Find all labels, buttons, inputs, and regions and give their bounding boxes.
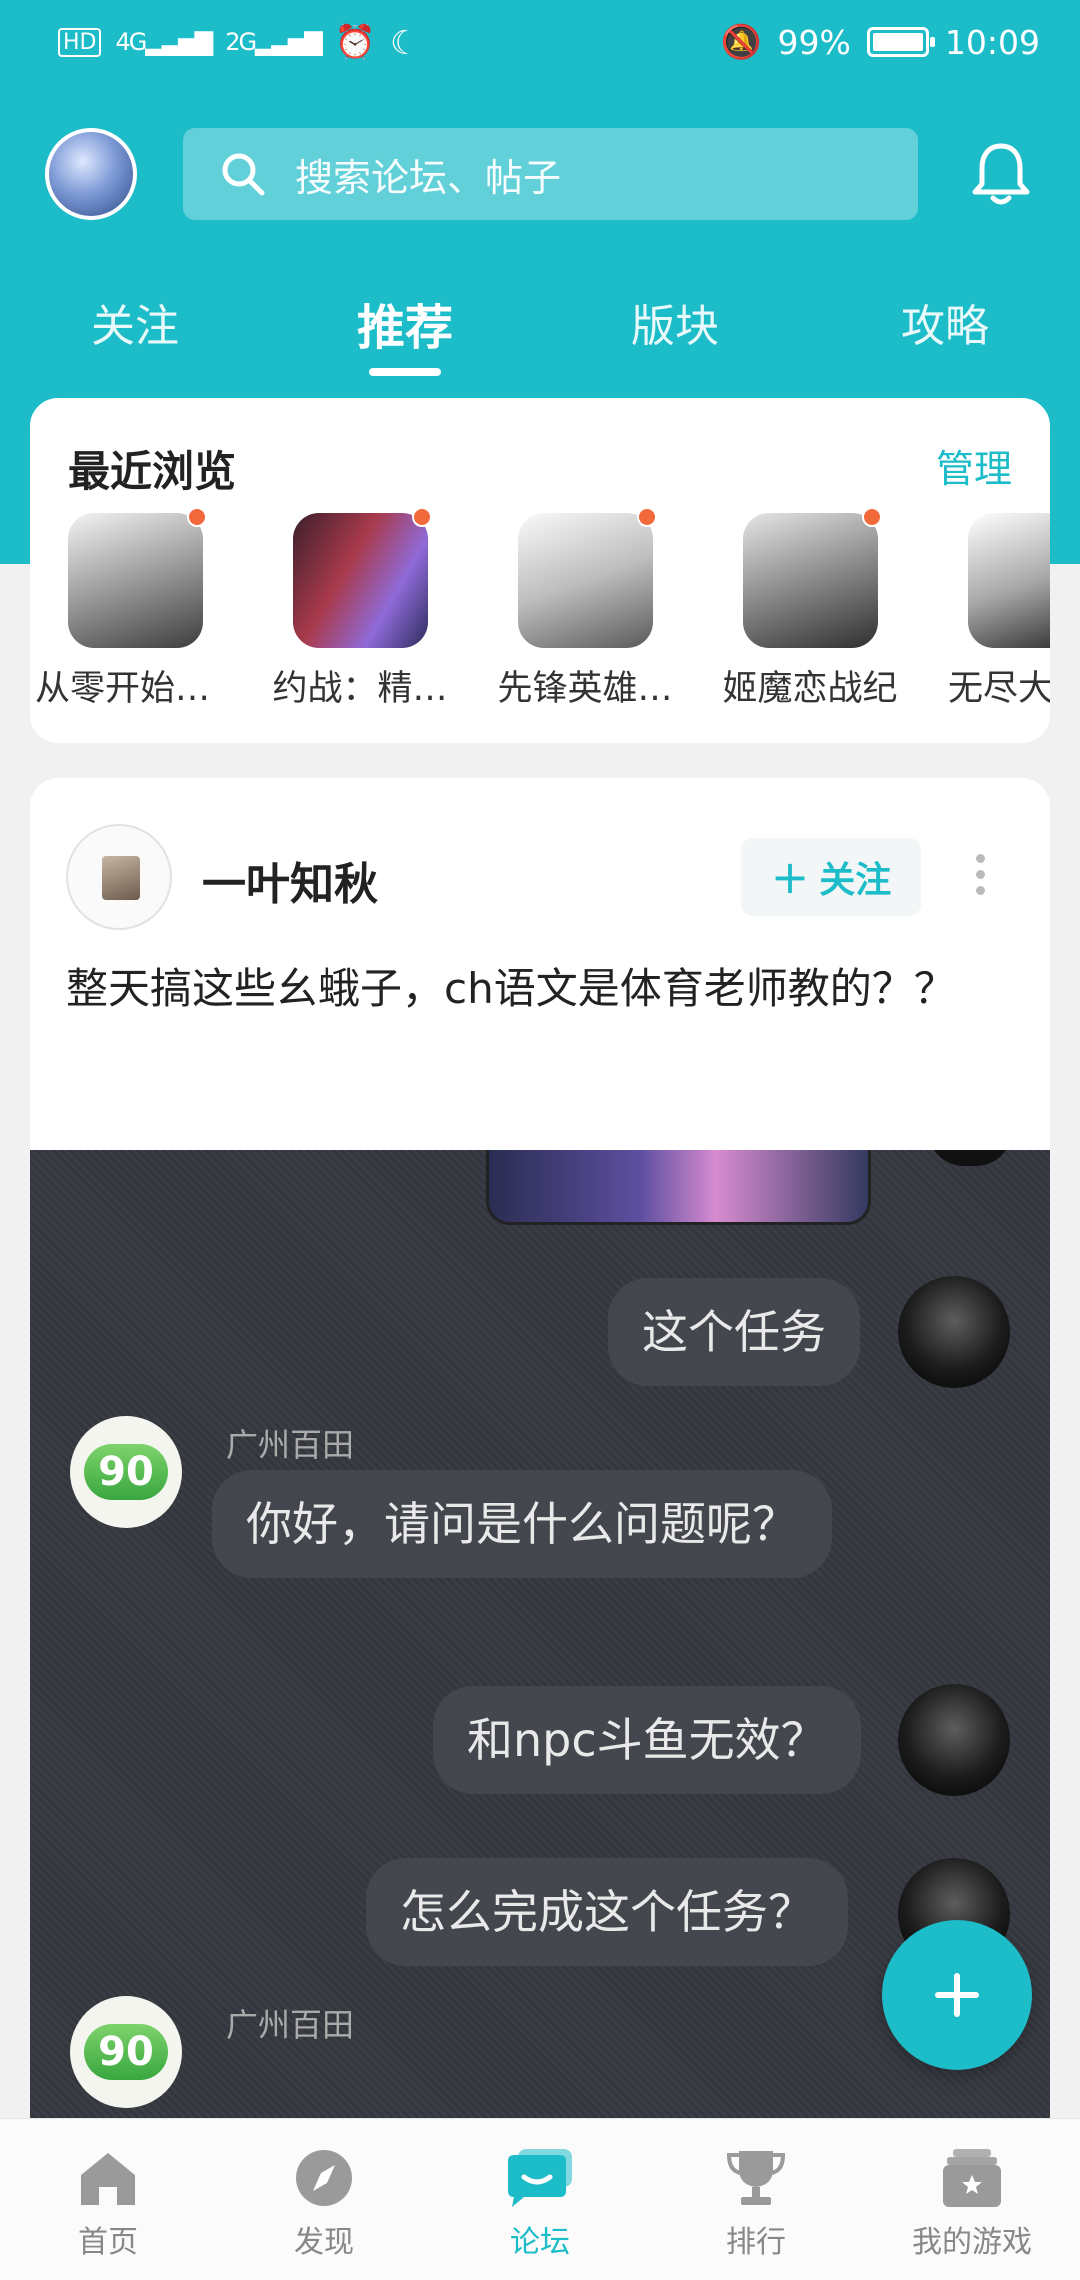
nav-forum[interactable]: 论坛 bbox=[450, 2147, 630, 2261]
nav-my-games[interactable]: 我的游戏 bbox=[882, 2147, 1062, 2261]
search-placeholder: 搜索论坛、帖子 bbox=[295, 155, 562, 200]
chat-bubble: 这个任务 bbox=[608, 1278, 860, 1386]
recent-title: 最近浏览 bbox=[68, 447, 237, 496]
moon-icon: ☾ bbox=[389, 22, 420, 62]
recent-game-item[interactable]: 先锋英雄… bbox=[480, 507, 690, 711]
chat-avatar bbox=[898, 1276, 1010, 1388]
signal-icon-2: 2G▂▃▅▇ bbox=[225, 28, 323, 56]
battery-percent: 99% bbox=[777, 22, 851, 62]
game-box-icon bbox=[943, 2149, 1001, 2207]
status-bar: HD 4G▂▃▅▇ 2G▂▃▅▇ ⏰ ☾ 🔕 99% 10:09 bbox=[0, 0, 1080, 92]
game-name: 无尽大冒 bbox=[948, 669, 1050, 709]
game-name: 姬魔恋战纪 bbox=[722, 669, 898, 709]
signal-icon-1: 4G▂▃▅▇ bbox=[115, 28, 213, 56]
recent-browsing-card: 最近浏览 管理 从零开始… 约战：精… 先锋英雄… 姬魔恋战纪 无尽大冒 bbox=[30, 398, 1050, 743]
recent-game-item[interactable]: 无尽大冒 bbox=[930, 513, 1050, 711]
battery-icon bbox=[866, 27, 935, 57]
trophy-icon bbox=[726, 2151, 786, 2205]
create-post-button[interactable] bbox=[882, 1920, 1032, 2070]
game-icon bbox=[742, 507, 882, 648]
clock: 10:09 bbox=[944, 22, 1040, 62]
search-bar[interactable]: 搜索论坛、帖子 bbox=[183, 128, 918, 220]
chat-sender-name: 广州百田 bbox=[226, 2006, 355, 2044]
plus-icon: + bbox=[770, 850, 810, 904]
bottom-nav: 首页 发现 论坛 排行 我的游戏 bbox=[0, 2118, 1080, 2280]
chat-avatar: 90 bbox=[70, 1996, 182, 2108]
tab-sections[interactable]: 版块 bbox=[595, 290, 755, 354]
nav-label: 发现 bbox=[294, 2225, 354, 2260]
game-icon bbox=[967, 513, 1050, 648]
user-avatar[interactable] bbox=[45, 128, 137, 220]
game-icon bbox=[292, 507, 432, 648]
recent-games-list: 从零开始… 约战：精… 先锋英雄… 姬魔恋战纪 无尽大冒 bbox=[30, 507, 1050, 723]
chat-bubble: 和npc斗鱼无效？ bbox=[433, 1686, 861, 1794]
post-text: 整天搞这些幺蛾子，ch语文是体育老师教的？？ bbox=[66, 964, 956, 1013]
embedded-screenshot bbox=[486, 1150, 871, 1225]
update-dot bbox=[861, 507, 882, 527]
logo-text: 90 bbox=[84, 1444, 168, 1500]
mute-icon: 🔕 bbox=[720, 22, 762, 61]
chat-avatar: 90 bbox=[70, 1416, 182, 1528]
bell-icon[interactable] bbox=[970, 140, 1032, 208]
game-icon bbox=[517, 507, 657, 648]
chat-avatar bbox=[898, 1684, 1010, 1796]
alarm-icon: ⏰ bbox=[334, 22, 376, 61]
hd-icon: HD bbox=[58, 27, 102, 57]
update-dot bbox=[636, 507, 657, 527]
author-name[interactable]: 一叶知秋 bbox=[202, 848, 378, 912]
chat-bubble: 怎么完成这个任务？ bbox=[366, 1858, 848, 1966]
game-name: 先锋英雄… bbox=[497, 669, 673, 709]
chat-bubble: 你好，请问是什么问题呢？ bbox=[212, 1470, 832, 1578]
nav-home[interactable]: 首页 bbox=[18, 2147, 198, 2261]
recent-game-item[interactable]: 约战：精… bbox=[255, 507, 465, 711]
update-dot bbox=[186, 507, 207, 527]
search-icon bbox=[222, 153, 265, 196]
follow-label: 关注 bbox=[819, 860, 892, 901]
author-avatar[interactable] bbox=[66, 824, 172, 930]
manage-button[interactable]: 管理 bbox=[936, 438, 1012, 493]
nav-label: 我的游戏 bbox=[912, 2225, 1032, 2260]
logo-text: 90 bbox=[84, 2024, 168, 2080]
tab-follow[interactable]: 关注 bbox=[55, 290, 215, 354]
chat-sender-name: 广州百田 bbox=[226, 1426, 355, 1464]
recent-game-item[interactable]: 从零开始… bbox=[30, 507, 240, 711]
forum-icon bbox=[508, 2149, 572, 2207]
more-options-icon[interactable] bbox=[974, 854, 986, 900]
update-dot bbox=[411, 507, 432, 527]
tab-recommend[interactable]: 推荐 bbox=[325, 288, 485, 358]
game-name: 从零开始… bbox=[34, 669, 210, 709]
game-icon bbox=[67, 507, 207, 648]
recent-game-item[interactable]: 姬魔恋战纪 bbox=[705, 507, 915, 711]
nav-label: 首页 bbox=[78, 2225, 138, 2260]
follow-button[interactable]: + 关注 bbox=[741, 838, 921, 916]
chat-avatar bbox=[928, 1150, 1012, 1166]
nav-ranking[interactable]: 排行 bbox=[666, 2147, 846, 2261]
nav-discover[interactable]: 发现 bbox=[234, 2147, 414, 2261]
game-name: 约战：精… bbox=[272, 669, 448, 709]
active-tab-indicator bbox=[369, 368, 441, 376]
home-icon bbox=[81, 2153, 135, 2205]
nav-label: 论坛 bbox=[510, 2225, 570, 2260]
nav-label: 排行 bbox=[726, 2225, 786, 2260]
top-tabs: 关注 推荐 版块 攻略 bbox=[0, 290, 1080, 380]
tab-guides[interactable]: 攻略 bbox=[865, 290, 1025, 354]
compass-icon bbox=[296, 2150, 352, 2206]
post-card[interactable]: 一叶知秋 + 关注 整天搞这些幺蛾子，ch语文是体育老师教的？？ 这个任务 90… bbox=[30, 778, 1050, 2118]
